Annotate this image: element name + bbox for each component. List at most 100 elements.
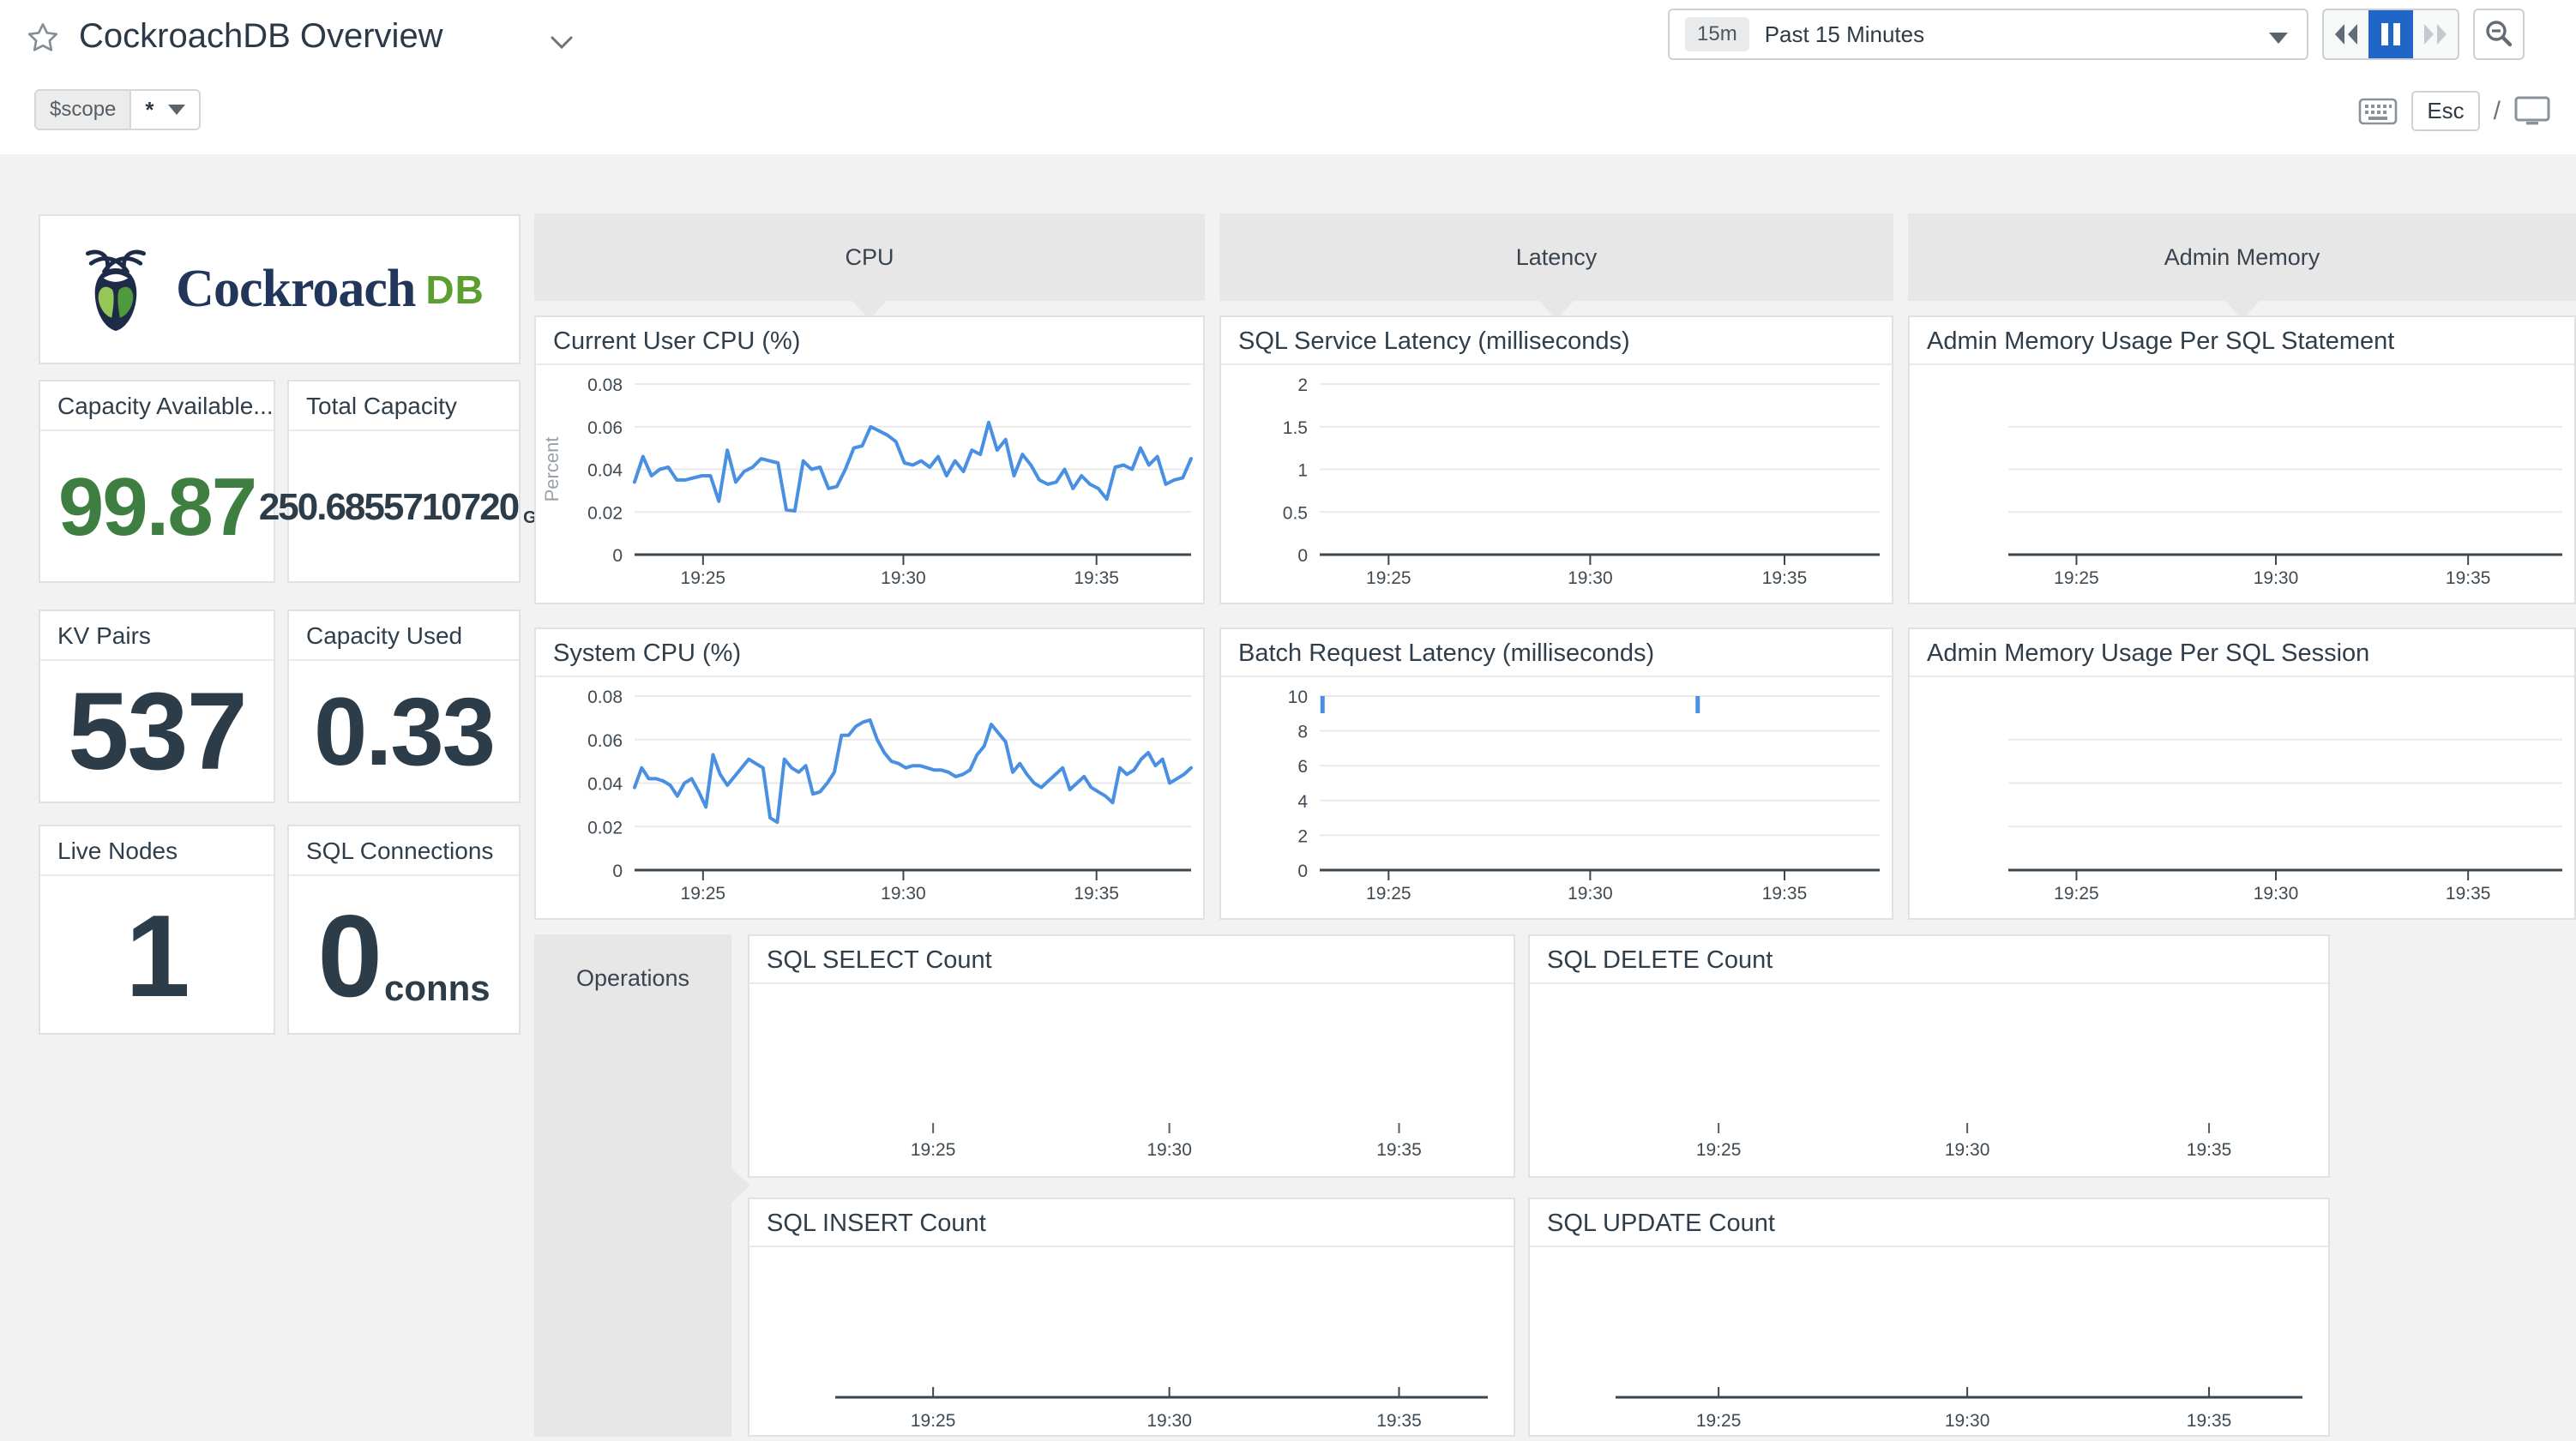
svg-text:0.02: 0.02 bbox=[587, 503, 623, 523]
line-series bbox=[635, 720, 1191, 822]
chart-svg: 19:2519:3019:35 bbox=[1530, 1249, 2328, 1435]
group-header-operations[interactable]: Operations bbox=[534, 934, 731, 1437]
query-value-card[interactable]: Capacity Used0.33 bbox=[287, 609, 521, 803]
chart-plot-area[interactable]: 19:2519:3019:35 bbox=[749, 986, 1514, 1176]
chart-panel-current-user-cpu: Current User CPU (%)00.020.040.060.0819:… bbox=[534, 315, 1205, 604]
timeline-forward-button[interactable] bbox=[2413, 10, 2458, 58]
svg-text:0.02: 0.02 bbox=[587, 818, 623, 838]
svg-text:10: 10 bbox=[1288, 687, 1308, 707]
query-value-body: 1 bbox=[40, 878, 274, 1033]
svg-text:19:25: 19:25 bbox=[2054, 884, 2099, 904]
esc-button[interactable]: Esc bbox=[2411, 91, 2479, 131]
time-range-selector[interactable]: 15m Past 15 Minutes bbox=[1668, 9, 2308, 60]
chart-svg: 19:25 19:30 19:35 bbox=[1910, 679, 2574, 918]
group-header-admin-memory[interactable]: Admin Memory bbox=[1908, 213, 2576, 301]
chart-title: Admin Memory Usage Per SQL Session bbox=[1910, 629, 2574, 677]
timeline-pause-button[interactable] bbox=[2368, 10, 2413, 58]
chart-plot-area[interactable]: 024681019:2519:3019:35 bbox=[1221, 679, 1892, 918]
chart-svg: 00.511.5219:2519:3019:35 bbox=[1221, 367, 1892, 603]
svg-text:19:35: 19:35 bbox=[1376, 1140, 1422, 1160]
svg-text:6: 6 bbox=[1297, 757, 1308, 777]
query-value-card[interactable]: KV Pairs 537 bbox=[39, 609, 275, 803]
title-chevron-down-icon[interactable] bbox=[549, 34, 575, 51]
svg-text:19:30: 19:30 bbox=[2254, 884, 2299, 904]
query-value-card[interactable]: Total Capacity250.6855710720GB bbox=[287, 380, 521, 583]
chart-plot-area[interactable]: 19:25 19:30 19:35 bbox=[1910, 679, 2574, 918]
query-value-card[interactable]: Live Nodes1 bbox=[39, 825, 275, 1035]
chart-svg: 19:2519:3019:35 bbox=[1530, 986, 2328, 1176]
chart-panel-admin-memory-per-session: Admin Memory Usage Per SQL Session19:251… bbox=[1908, 627, 2576, 920]
chart-title: SQL UPDATE Count bbox=[1530, 1199, 2328, 1247]
svg-text:19:25: 19:25 bbox=[911, 1411, 956, 1431]
query-value-number: 1 bbox=[125, 898, 189, 1014]
chart-plot-area[interactable]: 00.511.5219:2519:3019:35 bbox=[1221, 367, 1892, 603]
chart-plot-area[interactable]: 00.020.040.060.0819:2519:3019:35Percent bbox=[536, 367, 1203, 603]
query-value-title: SQL Connections bbox=[289, 826, 519, 876]
chart-title: SQL Service Latency (milliseconds) bbox=[1221, 317, 1892, 365]
group-header-label: Admin Memory bbox=[1908, 244, 2576, 271]
title-row: CockroachDB Overview 15m Past 15 Minutes bbox=[26, 9, 2550, 69]
query-value-title: Capacity Available... bbox=[40, 381, 274, 431]
svg-text:0.06: 0.06 bbox=[587, 418, 623, 438]
logo-wordmark: Cockroach bbox=[176, 259, 415, 320]
zoom-out-button[interactable] bbox=[2473, 9, 2525, 60]
svg-text:19:35: 19:35 bbox=[2446, 884, 2491, 904]
time-range-badge: 15m bbox=[1685, 17, 1749, 51]
svg-text:0: 0 bbox=[612, 862, 623, 881]
chart-panel-admin-memory-per-statement: Admin Memory Usage Per SQL Statement 19:2… bbox=[1908, 315, 2576, 604]
svg-text:19:35: 19:35 bbox=[1074, 568, 1119, 588]
top-bar: CockroachDB Overview 15m Past 15 Minutes bbox=[0, 0, 2576, 154]
svg-text:Percent: Percent bbox=[541, 437, 563, 502]
chart-plot-area[interactable]: 00.020.040.060.0819:2519:3019:35 bbox=[536, 679, 1203, 918]
chart-title: SQL SELECT Count bbox=[749, 936, 1514, 984]
svg-text:0: 0 bbox=[612, 546, 623, 566]
cockroachdb-logo: CockroachDB bbox=[40, 216, 519, 363]
query-value-number: 537 bbox=[68, 677, 246, 787]
svg-text:19:25: 19:25 bbox=[2054, 568, 2099, 588]
query-value-card[interactable]: SQL Connections0conns bbox=[287, 825, 521, 1035]
svg-text:19:30: 19:30 bbox=[1147, 1411, 1192, 1431]
chart-svg: 00.020.040.060.0819:2519:3019:35 bbox=[536, 679, 1203, 918]
shortcut-tools: Esc / bbox=[2358, 91, 2550, 131]
svg-text:19:30: 19:30 bbox=[2254, 568, 2299, 588]
page-title: CockroachDB Overview bbox=[79, 17, 443, 56]
svg-text:0.08: 0.08 bbox=[587, 375, 623, 395]
query-value-number: 0.33 bbox=[314, 684, 494, 780]
group-header-cpu[interactable]: CPU bbox=[534, 213, 1205, 301]
favorite-star-icon[interactable] bbox=[26, 21, 60, 55]
group-header-label: Latency bbox=[1219, 244, 1893, 271]
chart-svg: 19:2519:3019:35 bbox=[749, 986, 1514, 1176]
chart-title: Batch Request Latency (milliseconds) bbox=[1221, 629, 1892, 677]
svg-text:0.04: 0.04 bbox=[587, 461, 623, 481]
chart-title: SQL DELETE Count bbox=[1530, 936, 2328, 984]
dashboard-page: CockroachDB Overview 15m Past 15 Minutes bbox=[0, 0, 2576, 1441]
group-header-label: Operations bbox=[534, 965, 731, 992]
query-value-title: KV Pairs bbox=[40, 611, 274, 661]
chart-plot-area[interactable]: 19:2519:3019:35 bbox=[1530, 986, 2328, 1176]
svg-text:19:35: 19:35 bbox=[2187, 1140, 2232, 1160]
svg-text:0: 0 bbox=[1297, 862, 1308, 881]
chart-plot-area[interactable]: 19:2519:3019:35 bbox=[1530, 1249, 2328, 1435]
svg-text:0.06: 0.06 bbox=[587, 731, 623, 751]
chart-title: Admin Memory Usage Per SQL Statement bbox=[1910, 317, 2574, 365]
query-value-card[interactable]: Capacity Available...99.87 bbox=[39, 380, 275, 583]
scope-template-variable[interactable]: $scope * bbox=[34, 89, 201, 130]
chart-plot-area[interactable]: 19:2519:3019:35 bbox=[749, 1249, 1514, 1435]
chart-svg: 19:2519:3019:35 bbox=[1910, 367, 2574, 603]
logo-suffix: DB bbox=[425, 267, 484, 313]
time-range-label: Past 15 Minutes bbox=[1765, 21, 1924, 48]
chart-panel-sql-update-count: SQL UPDATE Count19:2519:3019:35 bbox=[1528, 1198, 2330, 1437]
timeline-backward-button[interactable] bbox=[2324, 10, 2368, 58]
svg-text:19:35: 19:35 bbox=[1074, 884, 1119, 904]
keyboard-icon[interactable] bbox=[2358, 97, 2398, 126]
toolbar-row: $scope * Esc / bbox=[26, 89, 2550, 134]
cockroach-bug-icon bbox=[75, 245, 157, 334]
magnifier-minus-icon bbox=[2483, 19, 2514, 50]
fullscreen-monitor-icon[interactable] bbox=[2514, 95, 2550, 128]
chart-svg: 024681019:2519:3019:35 bbox=[1221, 679, 1892, 918]
chart-panel-sql-service-latency: SQL Service Latency (milliseconds)00.511… bbox=[1219, 315, 1893, 604]
group-header-label: CPU bbox=[534, 244, 1205, 271]
svg-text:4: 4 bbox=[1297, 792, 1308, 812]
chart-plot-area[interactable]: 19:2519:3019:35 bbox=[1910, 367, 2574, 603]
group-header-latency[interactable]: Latency bbox=[1219, 213, 1893, 301]
